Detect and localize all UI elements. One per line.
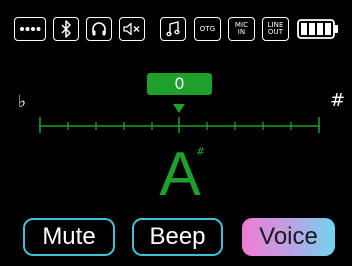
mic-in-label-line2: IN — [237, 28, 246, 36]
headphones-icon[interactable] — [86, 17, 112, 41]
note-accidental: # — [196, 145, 206, 158]
pointer-indicator — [173, 104, 185, 113]
music-note-icon[interactable] — [160, 17, 186, 41]
status-bar: OTG MIC IN LINE OUT — [0, 0, 352, 56]
battery-icon — [297, 19, 339, 39]
line-out-icon[interactable]: LINE OUT — [262, 17, 289, 41]
tuning-scale — [39, 104, 320, 133]
mic-in-icon[interactable]: MIC IN — [228, 17, 255, 41]
cents-readout: 0 — [147, 73, 212, 95]
otg-label: OTG — [199, 24, 216, 33]
bluetooth-icon[interactable] — [53, 17, 79, 41]
mute-button[interactable]: Mute — [23, 218, 115, 256]
speaker-mute-icon[interactable] — [119, 17, 145, 41]
beep-button[interactable]: Beep — [132, 218, 223, 256]
ellipsis-menu-icon[interactable] — [14, 17, 46, 41]
otg-icon[interactable]: OTG — [194, 17, 221, 41]
voice-button[interactable]: Voice — [242, 218, 335, 256]
line-out-label-line2: OUT — [267, 28, 284, 36]
